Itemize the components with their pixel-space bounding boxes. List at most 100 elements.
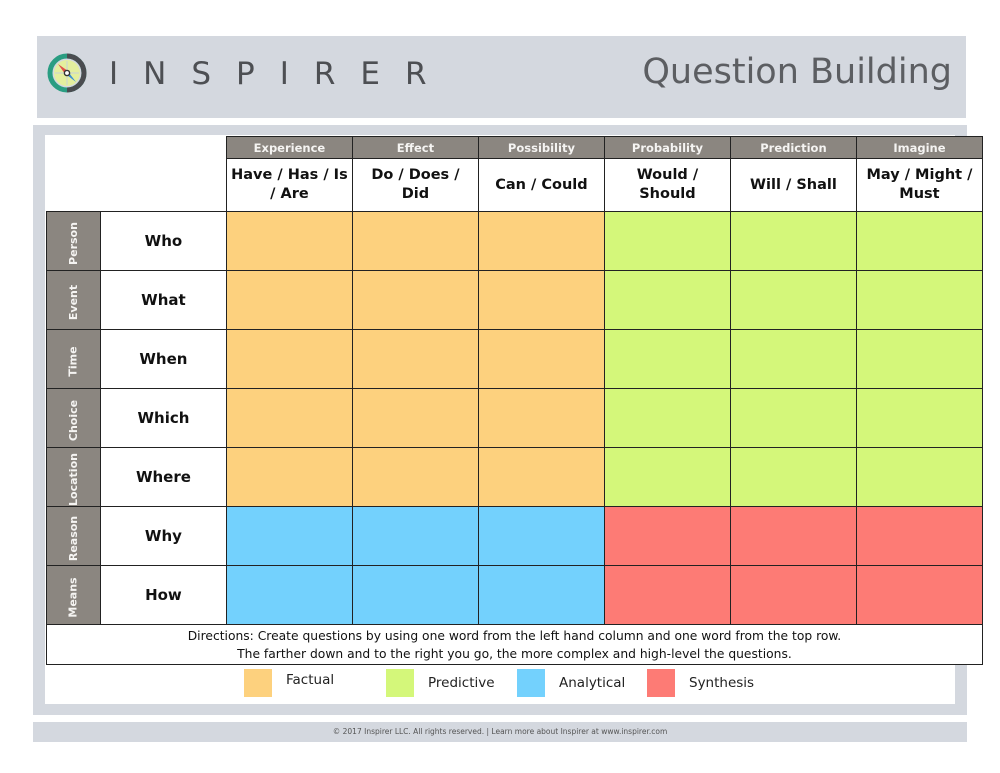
- column-verbs: Will / Shall: [729, 158, 857, 212]
- grid-cell-factual: [351, 270, 479, 330]
- grid-cell-factual: [351, 388, 479, 448]
- grid-cell-analytical: [477, 565, 605, 625]
- legend-label: Synthesis: [689, 675, 755, 691]
- legend-label: Factual: [286, 672, 335, 688]
- grid-cell-predictive: [855, 329, 983, 389]
- column-verbs: Would / Should: [603, 158, 731, 212]
- grid-cell-factual: [225, 388, 353, 448]
- row-category: Choice: [46, 388, 101, 448]
- grid-cell-predictive: [855, 388, 983, 448]
- grid-cell-factual: [225, 270, 353, 330]
- grid-row: Event What: [46, 270, 983, 330]
- row-category-label: Time: [66, 345, 80, 377]
- legend-swatch-synthesis: [647, 669, 675, 697]
- column-verbs: May / Might / Must: [855, 158, 983, 212]
- row-category: Location: [46, 447, 101, 507]
- grid-cell-predictive: [729, 447, 857, 507]
- legend-swatch-analytical: [517, 669, 545, 697]
- directions-line-1: Directions: Create questions by using on…: [187, 628, 842, 643]
- grid-cell-factual: [225, 447, 353, 507]
- grid-cell-synthesis: [603, 565, 731, 625]
- column-category: Imagine: [855, 136, 983, 159]
- brand-wordmark: INSPIRER: [109, 56, 452, 92]
- row-question-word: Which: [99, 388, 227, 448]
- category-header-row: Experience Effect Possibility Probabilit…: [46, 136, 983, 212]
- grid-row: Means How: [46, 565, 983, 625]
- row-question-word: How: [99, 565, 227, 625]
- grid-cell-analytical: [225, 506, 353, 566]
- row-question-word: Where: [99, 447, 227, 507]
- grid-cell-synthesis: [855, 565, 983, 625]
- grid-cell-factual: [477, 211, 605, 271]
- column-verbs: Have / Has / Is / Are: [225, 158, 353, 212]
- legend: Factual Predictive Analytical Synthesis: [244, 669, 764, 699]
- directions-row: Directions: Create questions by using on…: [46, 624, 983, 665]
- legend-label: Analytical: [559, 675, 626, 691]
- legend-swatch-factual: [244, 669, 272, 697]
- compass-icon: [47, 53, 87, 93]
- grid-cell-predictive: [729, 388, 857, 448]
- page-title: Question Building: [642, 52, 952, 92]
- grid-row: Location Where: [46, 447, 983, 507]
- grid-cell-factual: [477, 270, 605, 330]
- row-category: Person: [46, 211, 101, 271]
- grid-cell-factual: [351, 329, 479, 389]
- grid-row: Person Who: [46, 211, 983, 271]
- column-verbs: Do / Does / Did: [351, 158, 479, 212]
- directions-line-2: The farther down and to the right you go…: [237, 646, 792, 661]
- row-question-word: Why: [99, 506, 227, 566]
- grid-cell-factual: [225, 211, 353, 271]
- grid-cell-synthesis: [729, 565, 857, 625]
- corner-blank: [46, 136, 227, 212]
- question-grid: Experience Effect Possibility Probabilit…: [46, 136, 983, 665]
- row-question-word: What: [99, 270, 227, 330]
- row-category-label: Means: [66, 576, 80, 618]
- row-category-label: Choice: [66, 399, 80, 441]
- grid-cell-analytical: [225, 565, 353, 625]
- column-category: Effect: [351, 136, 479, 159]
- grid-cell-predictive: [855, 270, 983, 330]
- grid-cell-factual: [351, 211, 479, 271]
- row-question-word: Who: [99, 211, 227, 271]
- grid-cell-predictive: [855, 211, 983, 271]
- row-category-label: Location: [66, 452, 80, 506]
- grid-row: Reason Why: [46, 506, 983, 566]
- legend-swatch-predictive: [386, 669, 414, 697]
- grid-cell-analytical: [351, 506, 479, 566]
- row-category: Means: [46, 565, 101, 625]
- grid-cell-predictive: [603, 211, 731, 271]
- row-category: Event: [46, 270, 101, 330]
- legend-item-predictive: Predictive: [386, 669, 495, 697]
- row-category-label: Reason: [66, 515, 80, 561]
- directions: Directions: Create questions by using on…: [46, 624, 983, 665]
- grid-cell-synthesis: [729, 506, 857, 566]
- grid-cell-synthesis: [603, 506, 731, 566]
- column-category: Probability: [603, 136, 731, 159]
- grid-cell-factual: [477, 329, 605, 389]
- grid-cell-factual: [351, 447, 479, 507]
- grid-cell-predictive: [729, 329, 857, 389]
- grid-row: Time When: [46, 329, 983, 389]
- grid-cell-predictive: [603, 388, 731, 448]
- row-category-label: Event: [66, 284, 80, 320]
- column-verbs: Can / Could: [477, 158, 605, 212]
- row-category: Time: [46, 329, 101, 389]
- grid-cell-factual: [225, 329, 353, 389]
- grid-cell-predictive: [855, 447, 983, 507]
- grid-row: Choice Which: [46, 388, 983, 448]
- column-category: Experience: [225, 136, 353, 159]
- header-band: INSPIRER Question Building: [37, 36, 966, 118]
- grid-cell-predictive: [729, 211, 857, 271]
- legend-label: Predictive: [428, 675, 495, 691]
- column-category: Prediction: [729, 136, 857, 159]
- grid-cell-analytical: [351, 565, 479, 625]
- row-category: Reason: [46, 506, 101, 566]
- grid-cell-factual: [477, 388, 605, 448]
- legend-item-factual: Factual: [244, 669, 334, 697]
- legend-item-synthesis: Synthesis: [647, 669, 754, 697]
- legend-item-analytical: Analytical: [517, 669, 625, 697]
- grid-cell-predictive: [603, 447, 731, 507]
- column-category: Possibility: [477, 136, 605, 159]
- grid-cell-analytical: [477, 506, 605, 566]
- row-question-word: When: [99, 329, 227, 389]
